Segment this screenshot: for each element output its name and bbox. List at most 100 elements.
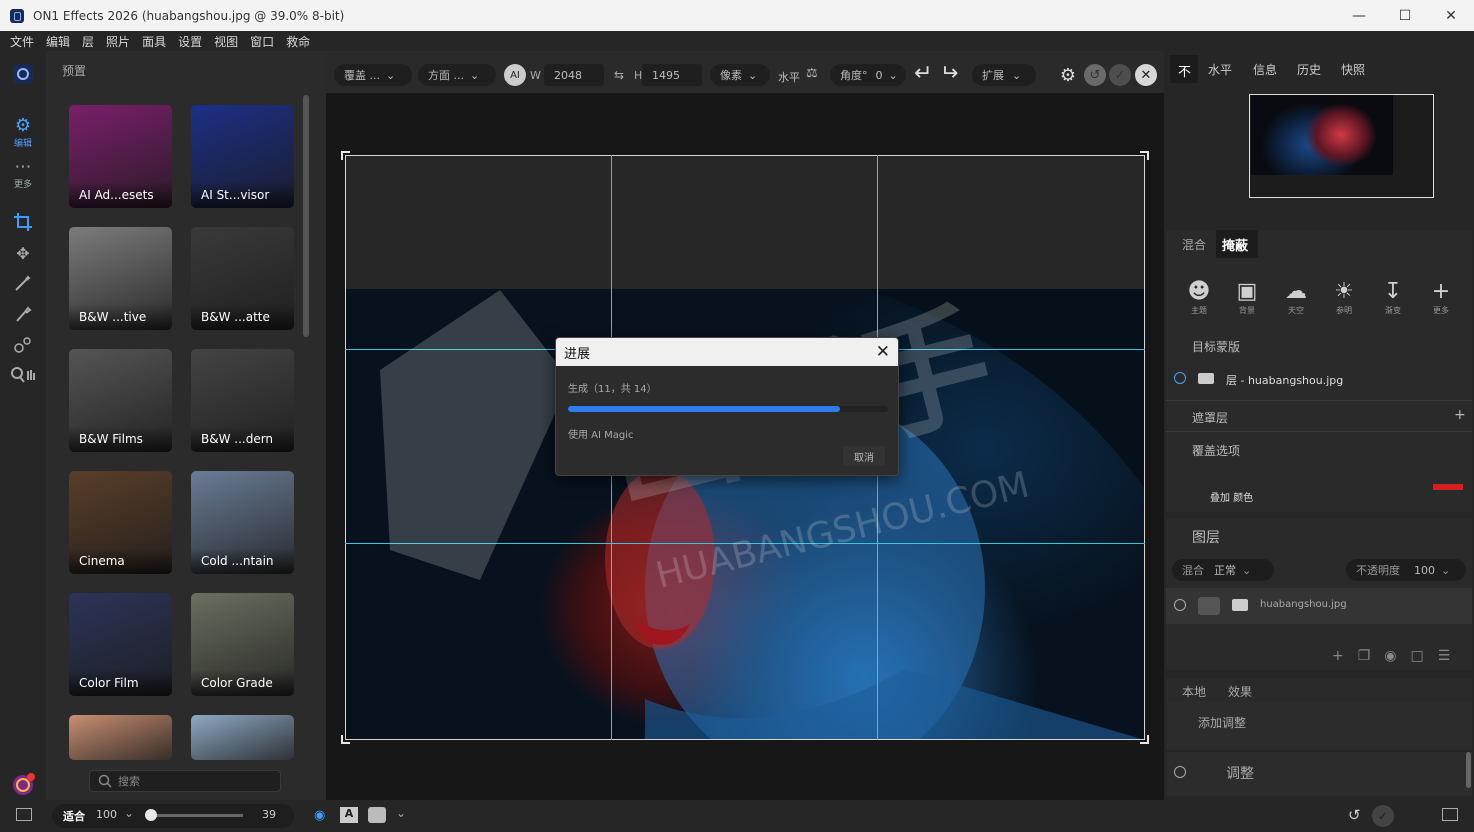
swap-icon[interactable]: ⇆ [614,68,624,82]
add-mask-layer-icon[interactable]: + [1454,407,1466,423]
angle-input[interactable]: 角度° 0 ⌄ [830,64,906,86]
mask-subject[interactable]: ☻ 主题 [1179,279,1219,316]
menu-settings[interactable]: 设置 [178,33,202,50]
right-scrollbar[interactable] [1466,752,1471,788]
preset-tile[interactable]: B&W Films [69,349,172,452]
shapes-tool[interactable] [8,335,38,355]
on1-round-icon[interactable] [8,773,38,797]
preset-tile[interactable] [191,715,294,760]
mask-lighthouse[interactable]: ☀ 参明 [1324,279,1364,316]
target-radio-icon[interactable] [1174,372,1186,384]
cancel-crop-button[interactable]: ✕ [1135,64,1157,86]
zoom-slider-knob[interactable] [145,809,157,821]
mask-gradient[interactable]: ↧ 渐变 [1373,279,1413,316]
rotate-right-icon[interactable]: ↵ [940,61,958,86]
tab-local[interactable]: 本地 [1182,683,1206,700]
menu-layer[interactable]: 层 [82,33,94,50]
menu-view[interactable]: 视图 [214,33,238,50]
height-input[interactable]: 1495 [642,64,702,86]
opacity-input[interactable]: 不透明度 100 ⌄ [1346,559,1466,581]
level-icon[interactable]: ⚖ [806,66,818,81]
preset-tile[interactable]: Color Film [69,593,172,696]
crop-settings-gear-icon[interactable]: ⚙ [1057,64,1079,86]
menu-file[interactable]: 文件 [10,33,34,50]
crop-handle-tr[interactable] [1140,151,1149,160]
duplicate-layer-icon[interactable]: ❐ [1358,648,1371,664]
mask-view-icon[interactable] [368,807,386,823]
add-layer-icon[interactable]: + [1332,648,1344,664]
zoom-slider-track[interactable] [149,814,243,817]
right-panel-toggle-icon[interactable] [1442,808,1458,821]
mask-more[interactable]: + 更多 [1421,279,1461,316]
delete-layer-icon[interactable]: □ [1411,648,1424,664]
chevron-down-icon[interactable]: ⌄ [124,806,134,820]
tab-history[interactable]: 历史 [1297,61,1321,78]
preset-tile[interactable]: Cold ...ntain [191,471,294,574]
on1-logo-icon[interactable] [8,63,38,85]
crop-handle-bl[interactable] [341,735,350,744]
add-adjustment-button[interactable]: 添加调整 [1198,714,1246,731]
tool-edit[interactable]: ⚙ 编辑 [8,115,38,149]
rotate-left-icon[interactable]: ↵ [914,61,932,86]
adjust-visibility-icon[interactable] [1174,766,1186,778]
overlay-color-swatch[interactable] [1433,484,1463,490]
menu-help[interactable]: 救命 [286,33,310,50]
width-input[interactable]: 2048 [544,64,604,86]
preset-tile[interactable]: B&W ...tive [69,227,172,330]
layer-row[interactable]: huabangshou.jpg [1166,588,1472,624]
preset-tile[interactable]: AI St...visor [191,105,294,208]
panel-toggle-icon[interactable] [16,808,32,821]
layer-visibility-icon[interactable] [1174,599,1186,611]
reset-button[interactable]: ↺ [1084,64,1106,86]
preset-tile[interactable]: AI Ad...esets [69,105,172,208]
preset-tile[interactable]: B&W ...dern [191,349,294,452]
preset-tile[interactable]: Color Grade [191,593,294,696]
crop-tool[interactable] [8,212,38,232]
close-icon[interactable]: ✕ [876,342,890,362]
tab-level[interactable]: 水平 [1208,61,1232,78]
wand-tool[interactable] [8,273,38,293]
apply-button[interactable]: ✓ [1109,64,1131,86]
preset-tile[interactable]: B&W ...atte [191,227,294,330]
menu-photo[interactable]: 照片 [106,33,130,50]
tool-more[interactable]: ⋯ 更多 [8,157,38,190]
preset-search-input[interactable]: 搜索 [89,770,281,792]
mask-sky[interactable]: ☁ 天空 [1276,279,1316,316]
tab-blend[interactable]: 混合 [1182,236,1206,253]
menu-mask[interactable]: 面具 [142,33,166,50]
minimize-button[interactable]: — [1336,0,1382,31]
menu-edit[interactable]: 编辑 [46,33,70,50]
brush-tool[interactable] [8,305,38,325]
cancel-button[interactable]: 取消 [843,446,885,466]
preset-scrollbar[interactable] [303,95,309,337]
mask-background[interactable]: ▣ 背景 [1227,279,1267,316]
expand-dropdown[interactable]: 扩展 ⌄ [972,64,1036,86]
tab-masking[interactable]: 掩蔽 [1222,235,1248,254]
mask-layer-icon[interactable]: ◉ [1384,648,1396,664]
tab-snapshots[interactable]: 快照 [1341,61,1365,78]
menu-window[interactable]: 窗口 [250,33,274,50]
blend-mode-dropdown[interactable]: 混合 正常 ⌄ [1172,559,1274,581]
move-tool[interactable]: ✥ [8,244,38,263]
compare-a-icon[interactable]: A [340,807,358,823]
preset-tile[interactable] [69,715,172,760]
overlay-dropdown[interactable]: 覆盖 ... ⌄ [334,64,412,86]
preset-tile[interactable]: Cinema [69,471,172,574]
ai-crop-icon[interactable]: AI [504,64,526,86]
overlay-mode-label[interactable]: 叠加 颜色 [1210,489,1253,504]
zoom-value[interactable]: 100 [96,808,117,821]
undo-icon[interactable]: ↺ [1348,806,1361,824]
crop-handle-br[interactable] [1140,735,1149,744]
chevron-down-icon[interactable]: ⌄ [396,806,406,820]
tab-effects[interactable]: 效果 [1228,683,1252,700]
done-button[interactable]: ✓ [1372,805,1394,827]
navigator-thumbnail[interactable] [1249,94,1434,198]
aspect-dropdown[interactable]: 方面 ... ⌄ [418,64,496,86]
stack-layers-icon[interactable]: ☰ [1438,648,1451,664]
crop-handle-tl[interactable] [341,151,350,160]
tab-info[interactable]: 信息 [1253,61,1277,78]
maximize-button[interactable]: ☐ [1382,0,1428,31]
preview-eye-icon[interactable]: ◉ [314,808,325,823]
fit-button[interactable]: 适合 [63,808,85,824]
tab-navigator[interactable]: 不 [1178,61,1191,80]
